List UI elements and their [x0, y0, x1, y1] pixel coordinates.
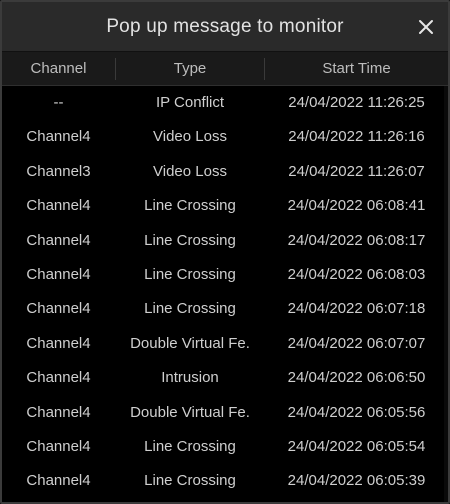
cell-channel: Channel4	[26, 231, 91, 249]
cell-type: Line Crossing	[144, 197, 236, 215]
cell-channel: Channel4	[26, 334, 91, 352]
cell-type: Line Crossing	[144, 231, 236, 249]
cell-start-time: 24/04/2022 06:07:18	[287, 300, 426, 318]
cell-type: IP Conflict	[155, 94, 225, 111]
cell-channel: Channel4	[26, 265, 91, 283]
cell-channel: Channel4	[26, 437, 91, 455]
table-row[interactable]: Channel4 Line Crossing 24/04/2022 06:05:39	[2, 464, 448, 498]
table-row[interactable]: Channel4 Video Loss 24/04/2022 11:26:16	[2, 120, 448, 154]
cell-start-time: 24/04/2022 06:08:41	[287, 197, 426, 215]
cell-type: Line Crossing	[144, 437, 236, 455]
cell-start-time: 24/04/2022 06:05:56	[287, 403, 426, 421]
table-row[interactable]: Channel4 Intrusion 24/04/2022 06:06:50	[2, 361, 448, 395]
cell-start-time: 24/04/2022 06:05:54	[287, 437, 426, 455]
table-row[interactable]: -- IP Conflict 24/04/2022 11:26:25	[2, 86, 448, 120]
cell-start-time: 24/04/2022 06:05:39	[287, 472, 426, 490]
column-header-channel[interactable]: Channel	[2, 52, 115, 85]
table-body: -- IP Conflict 24/04/2022 11:26:25 Channel4…	[2, 86, 448, 499]
cell-start-time: 24/04/2022 06:08:03	[287, 265, 426, 283]
dialog-titlebar: Pop up message to monitor	[2, 2, 448, 52]
cell-start-time: 24/04/2022 11:26:25	[288, 94, 425, 111]
dialog-title: Pop up message to monitor	[106, 16, 344, 37]
cell-start-time: 24/04/2022 06:08:17	[287, 231, 426, 249]
cell-type: Double Virtual Fe.	[130, 334, 250, 352]
cell-channel: Channel3	[26, 162, 91, 180]
table-row[interactable]: Channel4 Line Crossing 24/04/2022 06:05:54	[2, 430, 448, 464]
cell-type: Video Loss	[153, 128, 227, 146]
column-header-type[interactable]: Type	[116, 52, 264, 85]
cell-type: Intrusion	[161, 369, 219, 387]
table-row[interactable]: Channel4 Double Virtual Fe. 24/04/2022 06:…	[2, 327, 448, 361]
cell-channel: Channel4	[26, 128, 91, 146]
cell-type: Line Crossing	[144, 265, 236, 283]
cell-start-time: 24/04/2022 06:07:07	[287, 334, 426, 352]
cell-channel: Channel4	[26, 300, 91, 318]
cell-channel: Channel4	[26, 369, 91, 387]
scrollbar[interactable]	[444, 86, 448, 502]
table-row[interactable]: Channel4 Line Crossing 24/04/2022 06:08:41	[2, 189, 448, 223]
table-header: Channel Type Start Time	[2, 52, 448, 86]
popup-message-dialog: Pop up message to monitor Channel Type S…	[0, 0, 450, 504]
cell-type: Line Crossing	[144, 472, 236, 490]
table-row[interactable]: Channel4 Line Crossing 24/04/2022 06:08:17	[2, 224, 448, 258]
table-row[interactable]: Channel3 Video Loss 24/04/2022 11:26:07	[2, 155, 448, 189]
table-row[interactable]: Channel4 Line Crossing 24/04/2022 06:08:03	[2, 258, 448, 292]
cell-start-time: 24/04/2022 06:06:50	[287, 369, 426, 387]
close-icon[interactable]	[414, 15, 438, 39]
cell-type: Video Loss	[153, 162, 227, 180]
cell-type: Line Crossing	[144, 300, 236, 318]
cell-start-time: 24/04/2022 11:26:07	[288, 162, 425, 180]
cell-channel: Channel4	[26, 472, 91, 490]
cell-channel: Channel4	[26, 403, 91, 421]
table-row[interactable]: Channel4 Double Virtual Fe. 24/04/2022 06:…	[2, 396, 448, 430]
cell-channel: Channel4	[26, 197, 91, 215]
cell-type: Double Virtual Fe.	[130, 403, 250, 421]
column-header-start-time[interactable]: Start Time	[265, 52, 448, 85]
cell-start-time: 24/04/2022 11:26:16	[288, 128, 425, 146]
cell-channel: --	[53, 94, 64, 111]
table-row[interactable]: Channel4 Line Crossing 24/04/2022 06:07:18	[2, 292, 448, 326]
